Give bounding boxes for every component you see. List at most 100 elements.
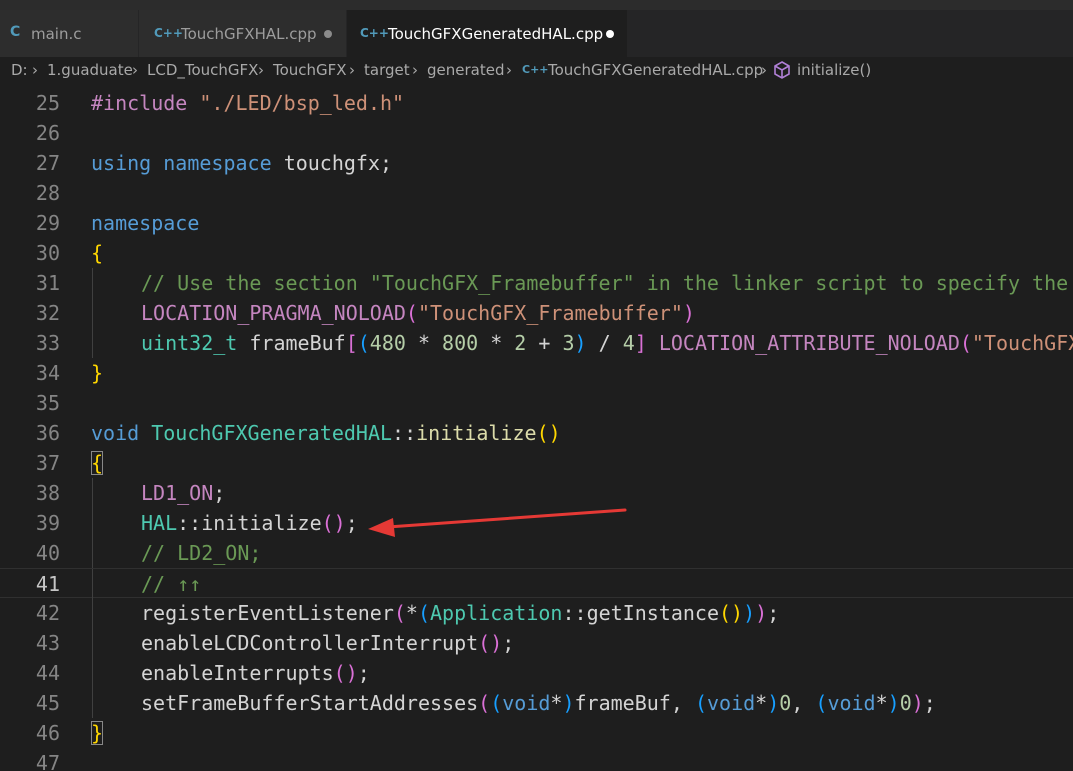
- c-file-icon: C: [10, 24, 21, 40]
- indent-guide: [92, 328, 93, 358]
- line-number: 40: [35, 541, 60, 565]
- token: void: [706, 691, 756, 715]
- code-line[interactable]: 36 void TouchGFXGeneratedHAL::initialize…: [0, 418, 1073, 448]
- code-line[interactable]: 47: [0, 748, 1073, 771]
- code-text: // Use the section "TouchGFX_Framebuffer…: [141, 268, 1068, 298]
- token: (): [536, 421, 561, 445]
- token: LD1_ON: [141, 481, 214, 505]
- code-line[interactable]: 29 namespace: [0, 208, 1073, 238]
- code-line[interactable]: 45 setFrameBufferStartAddresses((void*)f…: [0, 688, 1073, 718]
- line-number: 28: [35, 181, 60, 205]
- token: (: [815, 691, 828, 715]
- code-line[interactable]: 28: [0, 178, 1073, 208]
- breadcrumb-item[interactable]: TouchGFX: [273, 61, 347, 79]
- unsaved-dot-icon[interactable]: [606, 30, 614, 38]
- breadcrumb-item[interactable]: LCD_TouchGFX: [147, 61, 258, 79]
- menu-strip: [0, 0, 1073, 10]
- breadcrumb-item[interactable]: D:: [11, 61, 28, 79]
- code-line[interactable]: 39 HAL::initialize();: [0, 508, 1073, 538]
- token: Application: [430, 601, 563, 625]
- code-line[interactable]: 44 enableInterrupts();: [0, 658, 1073, 688]
- line-number: 47: [35, 751, 60, 771]
- token: (: [417, 601, 431, 625]
- code-line[interactable]: 35: [0, 388, 1073, 418]
- code-line[interactable]: 33 uint32_t frameBuf[(480 * 800 * 2 + 3)…: [0, 328, 1073, 358]
- breadcrumb-item[interactable]: generated: [427, 61, 504, 79]
- token: void: [827, 691, 876, 715]
- code-line-current[interactable]: 41 // ↑↑: [0, 568, 1073, 599]
- token: 480: [369, 331, 406, 355]
- token: ;: [213, 481, 226, 505]
- code-line[interactable]: 26: [0, 118, 1073, 148]
- token: (: [959, 331, 972, 355]
- code-text: enableInterrupts();: [141, 658, 370, 688]
- token: /: [586, 331, 623, 355]
- token: ,: [670, 691, 695, 715]
- token: setFrameBufferStartAddresses: [141, 691, 479, 715]
- line-number: 30: [35, 241, 60, 265]
- code-line[interactable]: 38 LD1_ON;: [0, 478, 1073, 508]
- code-line[interactable]: 31 // Use the section "TouchGFX_Framebuf…: [0, 268, 1073, 298]
- token: uint32_t: [141, 331, 238, 355]
- code-line[interactable]: 40 // LD2_ON;: [0, 538, 1073, 568]
- cpp-file-icon: C++: [360, 26, 389, 40]
- code-line[interactable]: 30 {: [0, 238, 1073, 268]
- tab-touchgfxgeneratedhal-cpp[interactable]: C++ TouchGFXGeneratedHAL.cpp: [347, 10, 628, 57]
- token: ): [574, 331, 587, 355]
- token: initialize: [201, 511, 322, 535]
- tab-label: TouchGFXHAL.cpp: [181, 25, 317, 43]
- token: void: [502, 691, 551, 715]
- chevron-right-icon: ›: [258, 61, 264, 79]
- code-text: void TouchGFXGeneratedHAL::initialize(): [91, 418, 561, 448]
- code-text: {: [91, 448, 104, 478]
- chevron-right-icon: ›: [132, 61, 138, 79]
- line-number: 39: [35, 511, 60, 535]
- breadcrumb-symbol[interactable]: initialize(): [797, 61, 871, 79]
- chevron-right-icon: ›: [412, 61, 418, 79]
- code-text: }: [91, 718, 104, 748]
- code-line[interactable]: 25 #include "./LED/bsp_led.h": [0, 88, 1073, 118]
- token: // ↑↑: [141, 572, 202, 596]
- line-number: 37: [35, 451, 60, 475]
- code-text: namespace: [91, 208, 199, 238]
- code-line[interactable]: 37 {: [0, 448, 1073, 478]
- code-line[interactable]: 27 using namespace touchgfx;: [0, 148, 1073, 178]
- token: ): [562, 691, 575, 715]
- line-number: 29: [35, 211, 60, 235]
- code-text: // ↑↑: [141, 569, 201, 599]
- breadcrumb-item[interactable]: 1.guaduate: [47, 61, 133, 79]
- code-line[interactable]: 34 }: [0, 358, 1073, 388]
- token: 2: [514, 331, 527, 355]
- token: (): [719, 601, 744, 625]
- token: *: [875, 691, 888, 715]
- token: frameBuf: [237, 331, 346, 355]
- indent-guide: [92, 598, 93, 628]
- tab-label: main.c: [31, 25, 82, 43]
- chevron-right-icon: ›: [761, 61, 767, 79]
- line-number: 33: [35, 331, 60, 355]
- token: "./LED/bsp_led.h": [199, 91, 405, 115]
- indent-guide: [92, 268, 93, 298]
- unsaved-dot-icon[interactable]: [324, 30, 332, 38]
- code-line[interactable]: 32 LOCATION_PRAGMA_NOLOAD("TouchGFX_Fram…: [0, 298, 1073, 328]
- code-text: uint32_t frameBuf[(480 * 800 * 2 + 3) / …: [141, 328, 1073, 358]
- tab-main-c[interactable]: C main.c: [0, 10, 139, 57]
- code-editor[interactable]: 25 #include "./LED/bsp_led.h" 26 27 usin…: [0, 86, 1073, 771]
- indent-guide: [92, 508, 93, 538]
- chevron-right-icon: ›: [32, 61, 38, 79]
- code-text: {: [91, 238, 103, 268]
- token: ): [755, 601, 768, 625]
- token: 0: [899, 691, 912, 715]
- tab-touchgfxhal-cpp[interactable]: C++ TouchGFXHAL.cpp: [139, 10, 347, 57]
- code-line[interactable]: 46 }: [0, 718, 1073, 748]
- breadcrumb-item[interactable]: target: [364, 61, 410, 79]
- code-line[interactable]: 43 enableLCDControllerInterrupt();: [0, 628, 1073, 658]
- token: // Use the section "TouchGFX_Framebuffer…: [141, 271, 1069, 295]
- indent-guide: [92, 688, 93, 718]
- cpp-file-icon: C++: [154, 26, 183, 40]
- code-line[interactable]: 42 registerEventListener(*(Application::…: [0, 598, 1073, 628]
- breadcrumb-file[interactable]: TouchGFXGeneratedHAL.cpp: [548, 61, 763, 79]
- line-number: 35: [35, 391, 60, 415]
- line-number: 41: [35, 572, 60, 596]
